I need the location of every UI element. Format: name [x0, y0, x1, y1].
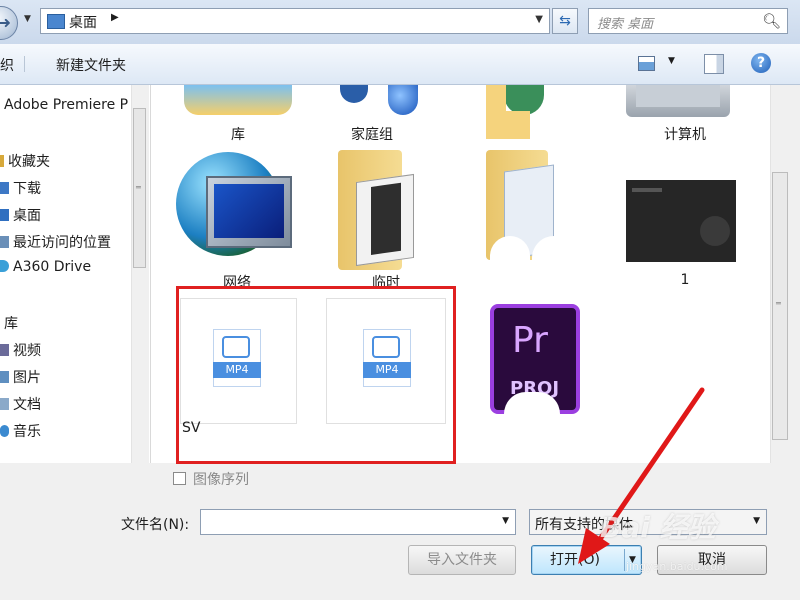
- tile-label-computer[interactable]: 计算机: [635, 124, 735, 144]
- computer-icon[interactable]: [626, 85, 730, 117]
- sidebar-item-libraries[interactable]: 库: [0, 313, 18, 333]
- thumbnail-toolbar: [632, 188, 662, 192]
- filename-dropdown-icon[interactable]: ▼: [502, 516, 509, 526]
- pictures-library-icon: [0, 371, 9, 383]
- monitor-screen-icon: [214, 184, 284, 238]
- baidu-watermark-url: jingyan.baidu.com: [626, 560, 728, 573]
- download-folder-icon: [0, 182, 9, 194]
- documents-library-icon: [0, 398, 9, 410]
- tile-label-homegroup[interactable]: 家庭组: [322, 124, 422, 144]
- command-toolbar: 织 新建文件夹 ▼ ?: [0, 44, 800, 85]
- refresh-icon: ⇆: [559, 13, 571, 29]
- help-icon[interactable]: ?: [751, 53, 771, 73]
- sidebar-item-label: 音乐: [13, 424, 41, 440]
- search-icon[interactable]: 🔍︎: [762, 12, 781, 30]
- grip-icon: ═: [776, 299, 781, 308]
- redaction-blot: [504, 392, 560, 436]
- address-location[interactable]: 桌面: [69, 12, 97, 32]
- redaction-blot: [490, 236, 530, 288]
- back-button[interactable]: ➜: [0, 6, 18, 40]
- user-folder-icon[interactable]: [486, 85, 572, 139]
- sidebar-item-label: 视频: [13, 343, 41, 359]
- image-thumbnail-1[interactable]: [626, 180, 736, 262]
- redaction-blot: [532, 236, 576, 288]
- sidebar-item-videos[interactable]: 视频: [0, 340, 41, 360]
- calculator-sheet-icon: [356, 173, 414, 267]
- search-placeholder: 搜索 桌面: [597, 17, 654, 32]
- sidebar-item-a360[interactable]: A360 Drive: [0, 259, 91, 275]
- baidu-watermark: Bai 经验: [600, 511, 716, 544]
- view-dropdown-icon[interactable]: ▼: [668, 56, 675, 66]
- sidebar-item-label: 最近访问的位置: [13, 235, 111, 251]
- monitor-icon: [206, 176, 292, 248]
- star-icon: [0, 155, 4, 167]
- image-sequence-checkbox[interactable]: [173, 472, 186, 485]
- file-type-dropdown-icon[interactable]: ▼: [753, 516, 760, 526]
- sidebar-scroll-thumb[interactable]: ═: [133, 108, 146, 268]
- sidebar-item-music[interactable]: 音乐: [0, 421, 41, 441]
- back-arrow-icon: ➜: [0, 13, 11, 32]
- desktop-icon: [0, 209, 9, 221]
- tile-label-library[interactable]: 库: [188, 124, 288, 144]
- address-dropdown-icon[interactable]: ▼: [535, 14, 543, 25]
- calculator-keys-icon: [371, 182, 401, 255]
- music-library-icon: [0, 425, 9, 437]
- image-sequence-label: 图像序列: [193, 472, 249, 488]
- recent-places-icon: [0, 236, 9, 248]
- sidebar-item-label: 图片: [13, 370, 41, 386]
- change-view-icon[interactable]: [638, 56, 655, 71]
- sidebar-item-label: 库: [4, 316, 18, 332]
- navigation-pane: Adobe Premiere P 收藏夹 下载 桌面 最近访问的位置 A360 …: [0, 85, 151, 463]
- sidebar-item-recent[interactable]: 最近访问的位置: [0, 232, 111, 252]
- folder-edge-icon: [486, 85, 506, 139]
- sidebar-item-documents[interactable]: 文档: [0, 394, 41, 414]
- sidebar-item-favorites[interactable]: 收藏夹: [0, 151, 50, 171]
- recent-pages-dropdown-icon[interactable]: ▼: [24, 14, 31, 24]
- library-folder-icon[interactable]: [184, 85, 292, 115]
- sidebar-item-adobe-premiere[interactable]: Adobe Premiere P: [4, 97, 128, 113]
- selection-highlight-box: [176, 286, 456, 464]
- pr-badge: Pr: [512, 320, 548, 361]
- sidebar-item-pictures[interactable]: 图片: [0, 367, 41, 387]
- folder-front-icon: [504, 111, 530, 139]
- sidebar-item-downloads[interactable]: 下载: [0, 178, 41, 198]
- new-folder-button[interactable]: 新建文件夹: [56, 55, 126, 75]
- filename-input[interactable]: ▼: [200, 509, 516, 535]
- preview-pane-icon[interactable]: [704, 54, 724, 74]
- video-library-icon: [0, 344, 9, 356]
- homegroup-icon[interactable]: [388, 85, 418, 115]
- sidebar-item-label: A360 Drive: [13, 259, 92, 275]
- address-field[interactable]: 桌面 ▶ ▼: [40, 8, 550, 34]
- filename-label: 文件名(N):: [121, 517, 190, 533]
- address-bar-area: ➜ ▼ 桌面 ▶ ▼ ⇆ 搜索 桌面 🔍︎: [0, 0, 800, 45]
- refresh-button[interactable]: ⇆: [552, 8, 578, 34]
- sidebar-item-label: 桌面: [13, 208, 41, 224]
- content-scroll-thumb[interactable]: ═: [772, 172, 788, 440]
- search-input[interactable]: 搜索 桌面 🔍︎: [588, 8, 788, 34]
- sidebar-item-desktop[interactable]: 桌面: [0, 205, 41, 225]
- sidebar-item-label: Adobe Premiere P: [4, 97, 129, 113]
- sidebar-item-label: 下载: [13, 181, 41, 197]
- breadcrumb-chevron-icon[interactable]: ▶: [111, 12, 119, 23]
- sidebar-item-label: 文档: [13, 397, 41, 413]
- import-folder-button[interactable]: 导入文件夹: [408, 545, 516, 575]
- thumbnail-shape: [700, 216, 730, 246]
- cloud-drive-icon: [0, 260, 9, 272]
- network-icon[interactable]: [176, 152, 300, 272]
- monitor-screen-icon: [636, 85, 720, 107]
- obscured-folder-icon[interactable]: [486, 150, 586, 288]
- temp-folder-icon[interactable]: [338, 150, 418, 270]
- organize-button[interactable]: 织: [0, 55, 14, 75]
- tile-label-image-1[interactable]: 1: [635, 272, 735, 288]
- desktop-folder-icon: [47, 14, 65, 29]
- toolbar-separator: [24, 56, 25, 72]
- sidebar-item-label: 收藏夹: [8, 154, 50, 170]
- grip-icon: ═: [136, 183, 141, 192]
